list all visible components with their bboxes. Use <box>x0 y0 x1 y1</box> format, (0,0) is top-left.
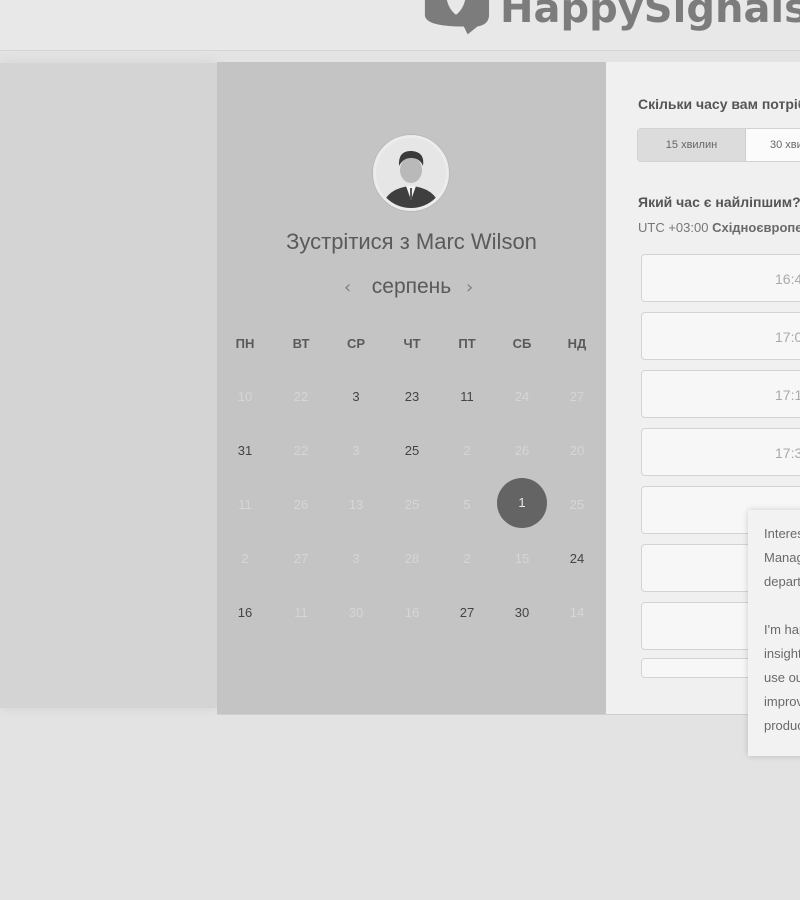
calendar-day[interactable]: 25 <box>392 443 432 458</box>
calendar-day[interactable]: 16 <box>225 605 265 620</box>
calendar-day: 25 <box>569 497 585 512</box>
time-slot[interactable]: 17:15 <box>641 370 800 418</box>
calendar-day: 20 <box>569 443 585 458</box>
calendar-day: 22 <box>293 389 309 404</box>
calendar-day: 3 <box>352 443 360 458</box>
calendar-day: 13 <box>348 497 364 512</box>
calendar-day: 3 <box>352 551 360 566</box>
avatar <box>373 135 449 211</box>
calendar-day[interactable]: 31 <box>225 443 265 458</box>
duration-option-30[interactable]: 30 хвилин <box>746 129 800 161</box>
calendar-day: 25 <box>404 497 420 512</box>
chevron-right-icon[interactable]: › <box>466 277 473 298</box>
popup-text-line: Management <box>764 550 800 565</box>
calendar-day: 11 <box>294 605 308 620</box>
calendar-day: 26 <box>514 443 530 458</box>
calendar-day: 30 <box>348 605 364 620</box>
calendar-day[interactable]: 24 <box>557 551 597 566</box>
calendar-day[interactable]: 27 <box>447 605 487 620</box>
calendar-day: 2 <box>463 443 471 458</box>
popup-text-line: department <box>764 574 800 589</box>
popup-text-line: products <box>764 718 800 733</box>
calendar-day: 14 <box>569 605 585 620</box>
popup-text-line: insights <box>764 646 800 661</box>
timezone-name: Східноєвропейський час <box>712 220 800 235</box>
calendar-day: 5 <box>463 497 471 512</box>
time-slot[interactable]: 17:30 <box>641 428 800 476</box>
calendar-day[interactable]: 23 <box>392 389 432 404</box>
weekday-label: ЧТ <box>403 336 421 351</box>
calendar-day: 16 <box>404 605 420 620</box>
time-slot[interactable]: 16:45 <box>641 254 800 302</box>
duration-option-15[interactable]: 15 хвилин <box>638 129 746 161</box>
calendar-day-selected[interactable]: 1 <box>497 478 547 528</box>
calendar-day[interactable]: 11 <box>447 389 487 404</box>
calendar-day: 22 <box>293 443 309 458</box>
weekday-label: СБ <box>512 336 532 351</box>
brand-name: HappySignals <box>500 0 800 32</box>
weekday-label: ПТ <box>458 336 476 351</box>
logo-icon <box>424 0 490 35</box>
divider <box>217 714 800 715</box>
calendar-day: 28 <box>404 551 420 566</box>
calendar-day: 2 <box>241 551 249 566</box>
calendar-day: 10 <box>237 389 253 404</box>
calendar-day[interactable]: 3 <box>336 389 376 404</box>
weekday-label: ВТ <box>292 336 310 351</box>
weekday-label: НД <box>567 336 587 351</box>
meeting-title: Зустрітися з Marc Wilson <box>286 229 537 254</box>
calendar-day: 26 <box>293 497 309 512</box>
time-slot[interactable]: 17:00 <box>641 312 800 360</box>
calendar-day[interactable]: 30 <box>502 605 542 620</box>
calendar-day: 11 <box>238 497 252 512</box>
timezone-offset: UTC +03:00 <box>638 220 709 235</box>
popup-text-line: I'm happy to <box>764 622 800 637</box>
popup-text-line: Interested in <box>764 526 800 541</box>
weekday-label: СР <box>346 336 366 351</box>
left-panel <box>0 63 217 708</box>
timezone-label[interactable]: UTC +03:00 Східноєвропейський час <box>638 220 800 235</box>
calendar-day: 24 <box>514 389 530 404</box>
calendar-day: 27 <box>293 551 309 566</box>
calendar-day: 2 <box>463 551 471 566</box>
popup-text-line: use our <box>764 670 800 685</box>
calendar-day: 15 <box>514 551 530 566</box>
month-label: серпень <box>371 275 452 298</box>
weekday-label: ПН <box>235 336 255 351</box>
divider <box>0 50 800 51</box>
person-icon <box>376 138 446 208</box>
info-popup: Interested in Management department I'm hap… <box>748 510 800 756</box>
time-question: Який час є найліпшим? <box>638 194 800 210</box>
duration-question: Скільки часу вам потрібно? <box>638 96 800 112</box>
calendar-day: 27 <box>569 389 585 404</box>
popup-text-line: improve <box>764 694 800 709</box>
duration-selector: 15 хвилин 30 хвилин <box>637 128 800 162</box>
month-navigator: ‹ серпень › <box>217 275 606 305</box>
